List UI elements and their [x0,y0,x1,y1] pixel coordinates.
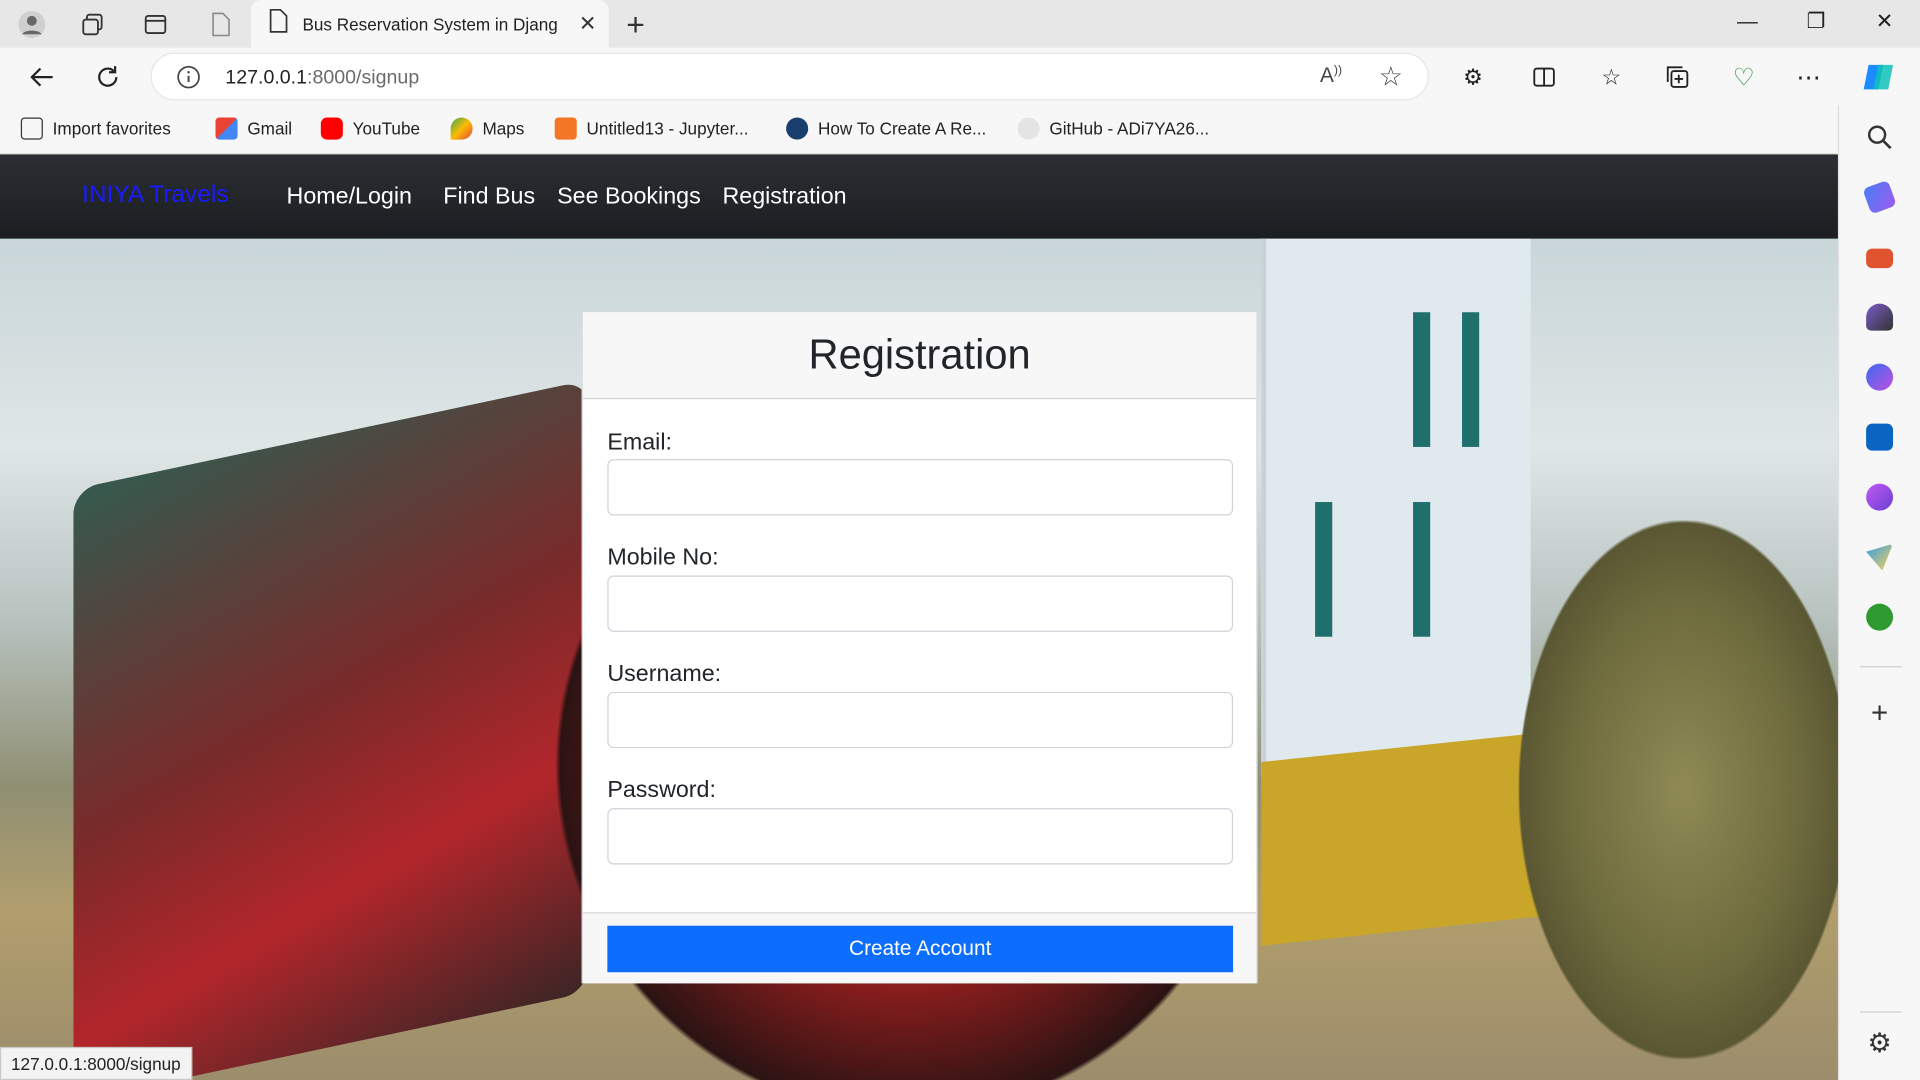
send-icon[interactable] [1866,543,1894,571]
card-footer: Create Account [582,912,1257,984]
close-window-icon[interactable]: ✕ [1866,10,1903,34]
restore-icon[interactable]: ❐ [1798,10,1835,34]
search-icon[interactable] [1866,124,1893,151]
settings-gear-icon[interactable]: ⚙ [1866,1029,1893,1057]
tab-bar: Bus Reservation System in Djang ✕ + — ❐ … [0,0,1920,48]
bookmark-how-to-create[interactable]: How To Create A Re... [786,117,987,140]
bookmark-maps[interactable]: Maps [450,117,525,140]
collections-icon[interactable] [1660,60,1694,94]
bookmark-youtube[interactable]: YouTube [320,117,421,140]
profile-icon[interactable] [15,7,49,41]
photo-building [1261,238,1531,778]
bookmark-label: YouTube [352,118,421,139]
mobile-field[interactable] [607,575,1234,632]
username-label: Username: [607,661,722,687]
nav-see-bookings[interactable]: See Bookings [557,184,701,211]
nav-find-bus[interactable]: Find Bus [443,184,535,211]
page-viewport: INIYA Travels Home/Login Find Bus See Bo… [0,154,1838,1080]
bookmark-label: Maps [482,118,525,139]
tree-icon[interactable] [1866,603,1894,631]
tab-title: Bus Reservation System in Djang [302,14,558,34]
extensions-icon[interactable]: ⚙ [1456,60,1490,94]
edge-sidebar: + ⚙ [1837,105,1920,1080]
registration-card: Registration Email: Mobile No: Username:… [581,311,1258,984]
sidebar-divider [1860,1011,1902,1013]
page-icon [268,8,288,40]
username-field[interactable] [607,691,1234,749]
email-label: Email: [607,429,672,456]
url-host: 127.0.0.1 [225,67,308,89]
card-header: Registration [582,312,1257,400]
active-tab[interactable]: Bus Reservation System in Djang ✕ [251,0,609,48]
site-brand[interactable]: INIYA Travels [82,181,229,209]
url-text: 127.0.0.1:8000/signup [225,67,419,89]
bookmark-label: Gmail [247,118,293,139]
shopping-tag-icon[interactable] [1862,179,1897,215]
password-field[interactable] [607,808,1234,865]
new-tab-icon[interactable]: + [618,6,652,43]
refresh-icon[interactable] [91,60,125,94]
gmail-icon [215,117,238,140]
maps-icon [450,117,473,140]
status-bar-url: 127.0.0.1:8000/signup [0,1046,192,1080]
designer-icon[interactable] [1866,483,1894,511]
back-icon[interactable] [24,60,58,94]
bookmark-label: Import favorites [52,118,171,139]
bookmark-label: Untitled13 - Jupyter... [586,118,749,139]
add-icon[interactable]: + [1866,699,1893,728]
create-account-button[interactable]: Create Account [607,925,1234,973]
bookmark-label: How To Create A Re... [817,118,987,139]
bookmark-import-favorites[interactable]: Import favorites [20,117,171,140]
bookmark-github[interactable]: GitHub - ADi7YA26... [1017,117,1210,140]
microsoft-365-icon[interactable] [1866,363,1894,391]
email-field[interactable] [607,459,1234,516]
read-aloud-icon[interactable]: A)) [1320,64,1342,88]
github-icon [1017,117,1040,140]
inactive-tab-page-icon[interactable] [203,7,237,41]
jupyter-icon [554,117,577,140]
bookmarks-bar: Import favorites Gmail YouTube Maps Unti… [0,105,1837,155]
minimize-icon[interactable]: — [1729,10,1766,34]
favorites-icon[interactable]: ☆ [1594,60,1628,94]
browser-window: Bus Reservation System in Djang ✕ + — ❐ … [0,0,1920,1080]
favorite-star-icon[interactable]: ☆ [1379,61,1403,93]
photo-bus [73,380,588,1080]
nav-home-login[interactable]: Home/Login [287,184,412,211]
import-icon [20,117,43,140]
more-options-icon[interactable]: ⋯ [1791,60,1825,94]
page-title: Registration [808,331,1031,378]
bookmark-gmail[interactable]: Gmail [215,117,293,140]
copilot-icon[interactable] [1861,60,1895,94]
site-navbar: INIYA Travels Home/Login Find Bus See Bo… [0,154,1838,239]
nav-registration[interactable]: Registration [722,184,846,211]
outlook-icon[interactable] [1866,423,1894,451]
tools-briefcase-icon[interactable] [1866,248,1894,269]
photo-tree [1518,520,1838,1060]
sidebar-divider [1860,666,1902,668]
bookmark-jupyter[interactable]: Untitled13 - Jupyter... [554,117,749,140]
mobile-label: Mobile No: [607,544,719,571]
browser-essentials-icon[interactable]: ♡ [1727,60,1761,94]
url-path: :8000/signup [307,67,420,89]
address-bar[interactable]: 127.0.0.1:8000/signup A)) ☆ [150,52,1429,101]
site-info-icon[interactable] [176,65,200,96]
vertical-tabs-icon[interactable] [138,7,172,41]
games-icon[interactable] [1866,303,1894,331]
youtube-icon [320,117,343,140]
split-screen-icon[interactable] [1527,60,1561,94]
workspaces-icon[interactable] [76,7,110,41]
close-tab-icon[interactable]: ✕ [579,12,596,36]
password-label: Password: [607,777,716,804]
site-icon [786,117,809,140]
toolbar: 127.0.0.1:8000/signup A)) ☆ ⚙ ☆ ♡ ⋯ [0,47,1920,106]
bookmark-label: GitHub - ADi7YA26... [1049,118,1210,139]
